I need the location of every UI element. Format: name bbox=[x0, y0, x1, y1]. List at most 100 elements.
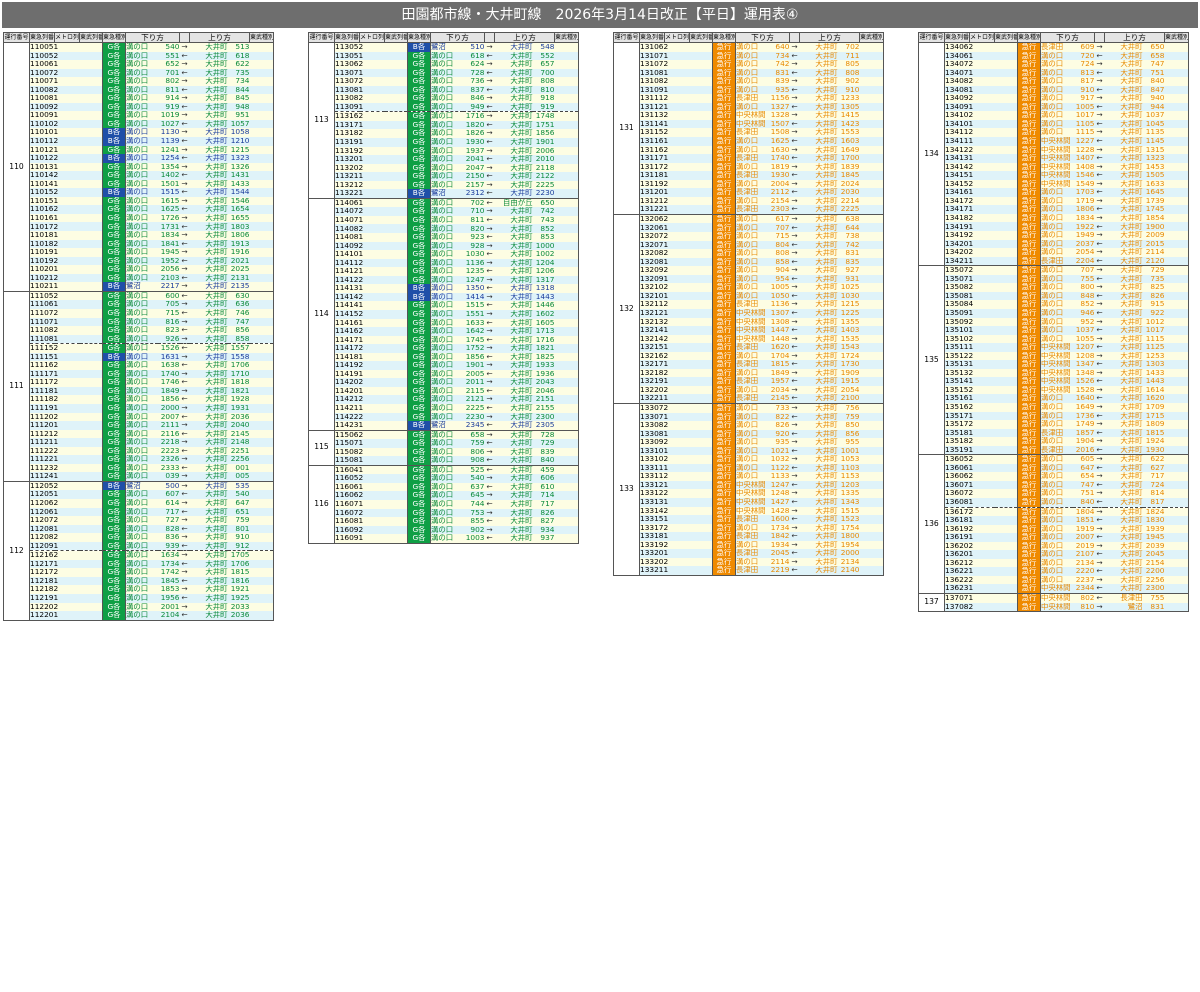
header-metro-number: メトロ列番 bbox=[54, 32, 80, 43]
to-time: 755 bbox=[1142, 592, 1165, 603]
table-row: 135182 急行 溝の口 1904 → 大井町 1924 bbox=[919, 437, 1189, 446]
direction-arrow: → bbox=[1094, 128, 1105, 138]
train-type-badge: 急行 bbox=[712, 300, 736, 309]
tobu-type bbox=[554, 429, 579, 440]
to-time: 1543 bbox=[837, 343, 860, 352]
to-station: 大井町 bbox=[799, 145, 838, 155]
page-title: 田園都市線・大井町線 2026年3月14日改正【平日】運用表④ bbox=[2, 2, 1198, 28]
to-time: 1815 bbox=[1142, 428, 1165, 438]
direction-arrow: → bbox=[179, 455, 190, 464]
tobu-type bbox=[1164, 377, 1189, 386]
from-station: 溝の口 bbox=[735, 557, 768, 567]
to-station: 大井町 bbox=[189, 352, 228, 362]
from-station: 中央林間 bbox=[1040, 171, 1073, 180]
to-station: 大井町 bbox=[799, 515, 838, 524]
unit-number: 110 bbox=[3, 42, 30, 292]
train-type-badge: G各 bbox=[407, 491, 431, 500]
tobu-type bbox=[249, 300, 274, 309]
to-station: 大井町 bbox=[799, 119, 838, 129]
from-station: 溝の口 bbox=[125, 438, 158, 447]
train-type-badge: G各 bbox=[407, 309, 431, 319]
to-station: 大井町 bbox=[494, 189, 533, 199]
train-type-badge: 急行 bbox=[1017, 575, 1041, 585]
header-arrow bbox=[179, 32, 190, 43]
table-row: 110082 G各 溝の口 811 ← 大井町 844 bbox=[4, 85, 274, 95]
table-row: 113 113052 B各 鷺沼 510 → 大井町 548 bbox=[308, 42, 579, 199]
train-type-badge: 急行 bbox=[712, 154, 736, 163]
to-time: 931 bbox=[837, 274, 860, 284]
from-time: 810 bbox=[1072, 602, 1095, 613]
from-station: 中央林間 bbox=[1040, 137, 1073, 146]
to-station: 大井町 bbox=[494, 482, 533, 492]
table-row: 112091 G各 溝の口 939 ← 大井町 912 bbox=[4, 541, 274, 551]
direction-arrow: → bbox=[179, 300, 190, 309]
tobu-type bbox=[554, 102, 579, 112]
direction-arrow: → bbox=[179, 516, 190, 525]
from-time: 817 bbox=[1072, 77, 1095, 86]
to-time: 2009 bbox=[1142, 231, 1165, 240]
direction-arrow: ← bbox=[789, 223, 800, 233]
train-type-badge: G各 bbox=[102, 231, 126, 240]
train-type-badge: B各 bbox=[407, 421, 431, 431]
from-station: 溝の口 bbox=[1040, 77, 1073, 86]
train-number: 114082 bbox=[334, 224, 408, 234]
table-row: 134131 急行 中央林間 1407 ← 大井町 1323 bbox=[919, 154, 1189, 163]
from-station: 溝の口 bbox=[430, 429, 463, 440]
table-row: 135091 急行 溝の口 946 ← 大井町 922 bbox=[919, 308, 1189, 318]
train-number: 134092 bbox=[944, 94, 1018, 103]
direction-arrow: → bbox=[1094, 283, 1105, 292]
header-tobu-number: 東武列番 bbox=[384, 32, 408, 43]
from-time: 1630 bbox=[767, 145, 790, 155]
train-number: 131071 bbox=[639, 51, 713, 61]
to-station: 大井町 bbox=[1104, 411, 1143, 421]
tobu-type bbox=[859, 188, 884, 197]
to-station: 大井町 bbox=[799, 368, 838, 378]
table-row: 113071 G各 溝の口 728 ← 大井町 700 bbox=[309, 68, 579, 78]
tobu-type bbox=[859, 402, 884, 413]
to-station: 大井町 bbox=[1104, 274, 1143, 284]
table-row: 115081 G各 溝の口 908 ← 大井町 840 bbox=[309, 456, 579, 466]
from-time: 1501 bbox=[157, 179, 180, 189]
table-row: 112182 G各 溝の口 1853 → 大井町 1921 bbox=[4, 585, 274, 594]
from-time: 1447 bbox=[767, 326, 790, 335]
train-type-badge: 急行 bbox=[1017, 411, 1041, 421]
to-station: 大井町 bbox=[494, 207, 533, 216]
to-time: 1017 bbox=[1142, 326, 1165, 335]
tobu-type bbox=[859, 171, 884, 180]
to-time: 850 bbox=[837, 421, 860, 430]
to-station: 大井町 bbox=[799, 523, 838, 533]
from-station: 溝の口 bbox=[125, 137, 158, 146]
train-number: 111151 bbox=[29, 352, 103, 362]
from-time: 1834 bbox=[1072, 213, 1095, 223]
from-station: 溝の口 bbox=[430, 250, 463, 259]
to-time: 2251 bbox=[227, 446, 250, 456]
from-time: 710 bbox=[462, 207, 485, 216]
tobu-type bbox=[1164, 94, 1189, 103]
tobu-type bbox=[1164, 489, 1189, 498]
from-time: 1130 bbox=[157, 128, 180, 138]
direction-arrow: → bbox=[1094, 385, 1105, 395]
from-station: 溝の口 bbox=[430, 395, 463, 404]
direction-arrow: → bbox=[789, 179, 800, 189]
tobu-type bbox=[859, 60, 884, 69]
from-time: 802 bbox=[1072, 592, 1095, 603]
train-number: 133122 bbox=[639, 489, 713, 498]
to-station: 大井町 bbox=[1104, 317, 1143, 327]
from-station: 溝の口 bbox=[735, 257, 768, 267]
direction-arrow: ← bbox=[484, 369, 495, 379]
tobu-type bbox=[1164, 480, 1189, 490]
from-time: 2111 bbox=[157, 421, 180, 430]
tobu-type bbox=[554, 318, 579, 328]
header-train-type: 東急種別 bbox=[712, 32, 736, 43]
table-row: 136081 急行 溝の口 840 ← 大井町 817 bbox=[919, 497, 1189, 508]
header-tobu-type: 東武種別 bbox=[1164, 32, 1189, 43]
tobu-type bbox=[249, 102, 274, 112]
from-station: 溝の口 bbox=[735, 463, 768, 473]
from-time: 1515 bbox=[462, 301, 485, 310]
tobu-type bbox=[859, 68, 884, 78]
to-time: 831 bbox=[837, 249, 860, 258]
to-time: 1546 bbox=[227, 196, 250, 206]
train-type-badge: 急行 bbox=[1017, 584, 1041, 595]
table-row: 111181 G各 溝の口 1849 → 大井町 1821 bbox=[4, 386, 274, 396]
direction-arrow: ← bbox=[1094, 480, 1105, 490]
